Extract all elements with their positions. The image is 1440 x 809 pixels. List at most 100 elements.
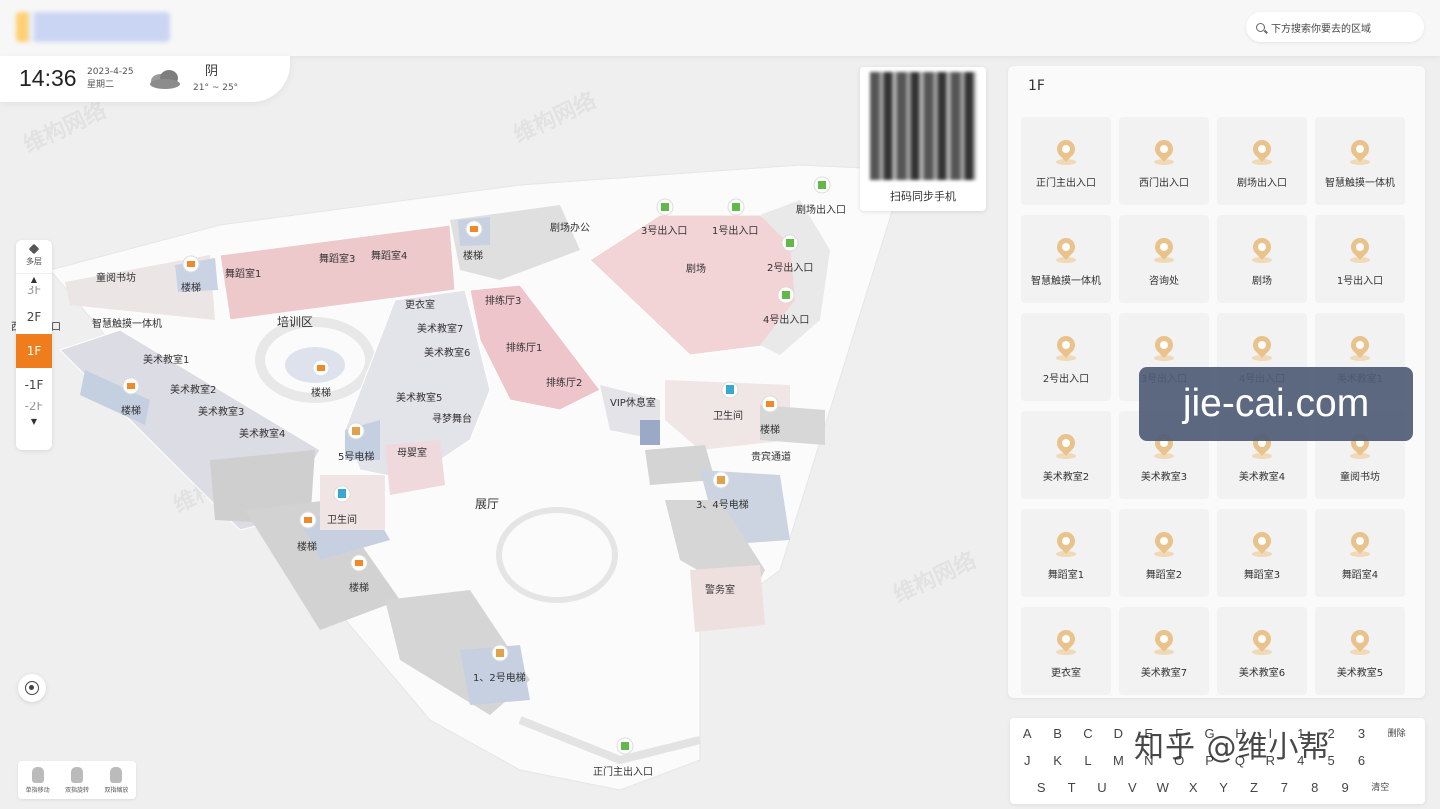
place-tile[interactable]: 舞蹈室1	[1021, 509, 1111, 597]
label-exit2[interactable]: 2号出入口	[767, 261, 813, 274]
key-w[interactable]: W	[1148, 780, 1178, 796]
place-tile[interactable]: 更衣室	[1021, 607, 1111, 695]
label-dance3[interactable]: 舞蹈室3	[319, 252, 355, 265]
place-tile[interactable]: 1号出入口	[1315, 215, 1405, 303]
key-3[interactable]: 3	[1346, 726, 1376, 742]
floor-button-1f[interactable]: 1F	[16, 334, 52, 368]
label-vip[interactable]: VIP休息室	[610, 396, 656, 409]
label-stairs-5[interactable]: 楼梯	[349, 581, 369, 594]
place-tile[interactable]: 美术教室5	[1315, 607, 1405, 695]
key-7[interactable]: 7	[1269, 780, 1299, 796]
key-u[interactable]: U	[1087, 780, 1117, 796]
label-hall[interactable]: 展厅	[475, 497, 499, 511]
label-elev5[interactable]: 5号电梯	[338, 450, 374, 463]
key-t[interactable]: T	[1056, 780, 1086, 796]
gesture-label: 双指缩放	[104, 786, 129, 794]
label-vip-path[interactable]: 贵宾通道	[751, 450, 791, 463]
key-9[interactable]: 9	[1330, 780, 1360, 796]
floor-button-3f[interactable]: 3F	[16, 286, 52, 300]
label-rehearsal3[interactable]: 排练厅3	[485, 294, 521, 307]
clear-key[interactable]: 清空	[1360, 780, 1400, 796]
location-pin-icon	[1347, 332, 1373, 362]
label-dance4[interactable]: 舞蹈室4	[371, 249, 407, 262]
label-stairs[interactable]: 楼梯	[181, 281, 201, 294]
key-z[interactable]: Z	[1239, 780, 1269, 796]
key-s[interactable]: S	[1026, 780, 1056, 796]
place-tile[interactable]: 智慧触摸一体机	[1315, 117, 1405, 205]
place-tile[interactable]: 舞蹈室4	[1315, 509, 1405, 597]
floor-button-b1[interactable]: -1F	[16, 368, 52, 402]
label-wc[interactable]: 卫生间	[327, 513, 357, 526]
label-art6[interactable]: 美术教室6	[424, 346, 470, 359]
label-theatre[interactable]: 剧场	[686, 262, 706, 275]
label-police[interactable]: 警务室	[705, 583, 735, 596]
place-tile[interactable]: 剧场出入口	[1217, 117, 1307, 205]
key-a[interactable]: A	[1012, 726, 1042, 742]
label-dance1[interactable]: 舞蹈室1	[225, 267, 261, 280]
label-locker[interactable]: 更衣室	[405, 298, 435, 311]
place-tile[interactable]: 咨询处	[1119, 215, 1209, 303]
label-training[interactable]: 培训区	[277, 314, 313, 329]
floor-button-b2[interactable]: -2F	[16, 402, 52, 416]
key-k[interactable]: K	[1042, 753, 1072, 768]
label-stairs-4[interactable]: 楼梯	[297, 540, 317, 553]
key-v[interactable]: V	[1117, 780, 1147, 796]
label-theatre-office[interactable]: 剧场办公	[550, 221, 590, 234]
floor-down-arrow-icon[interactable]: ▼	[16, 416, 52, 428]
key-y[interactable]: Y	[1208, 780, 1238, 796]
label-stairs-7[interactable]: 楼梯	[760, 423, 780, 436]
delete-key[interactable]: 删除	[1377, 726, 1417, 742]
key-8[interactable]: 8	[1300, 780, 1330, 796]
label-elev34[interactable]: 3、4号电梯	[696, 498, 749, 511]
floor-map[interactable]: 童阅书坊 楼梯 舞蹈室1 舞蹈室3 舞蹈室4 西门出入口 智慧触摸一体机 培训区…	[0, 0, 1000, 809]
place-label: 美术教室7	[1140, 668, 1188, 679]
place-tile[interactable]: 智慧触摸一体机	[1021, 215, 1111, 303]
key-m[interactable]: M	[1103, 753, 1133, 768]
locate-button[interactable]	[18, 674, 46, 702]
label-stage[interactable]: 寻梦舞台	[432, 412, 472, 425]
place-tile[interactable]: 舞蹈室3	[1217, 509, 1307, 597]
place-tile[interactable]: 西门出入口	[1119, 117, 1209, 205]
place-label: 美术教室5	[1336, 668, 1384, 679]
label-art5[interactable]: 美术教室5	[396, 391, 442, 404]
label-stairs-6[interactable]: 楼梯	[463, 249, 483, 262]
label-art3[interactable]: 美术教室3	[198, 405, 244, 418]
key-d[interactable]: D	[1103, 726, 1133, 742]
floor-up-arrow-icon[interactable]: ▲	[16, 274, 52, 286]
label-stairs-2[interactable]: 楼梯	[121, 404, 141, 417]
place-tile[interactable]: 美术教室2	[1021, 411, 1111, 499]
place-label: 剧场出入口	[1237, 178, 1287, 189]
label-reading[interactable]: 童阅书坊	[96, 271, 136, 284]
place-tile[interactable]: 美术教室6	[1217, 607, 1307, 695]
place-tile[interactable]: 美术教室7	[1119, 607, 1209, 695]
key-c[interactable]: C	[1073, 726, 1103, 742]
key-j[interactable]: J	[1012, 753, 1042, 768]
label-art1[interactable]: 美术教室1	[143, 353, 189, 366]
label-exit1[interactable]: 1号出入口	[712, 224, 758, 237]
label-exit3[interactable]: 3号出入口	[641, 224, 687, 237]
label-art2[interactable]: 美术教室2	[170, 383, 216, 396]
label-theatre-exit[interactable]: 剧场出入口	[796, 203, 846, 216]
label-rehearsal2[interactable]: 排练厅2	[546, 376, 582, 389]
label-elev12[interactable]: 1、2号电梯	[473, 671, 526, 684]
label-mother[interactable]: 母婴室	[397, 446, 427, 459]
key-x[interactable]: X	[1178, 780, 1208, 796]
label-stairs-3[interactable]: 楼梯	[311, 386, 331, 399]
multi-floor-button[interactable]: 多层	[16, 240, 52, 274]
key-6[interactable]: 6	[1346, 753, 1376, 768]
label-wc-2[interactable]: 卫生间	[713, 409, 743, 422]
key-b[interactable]: B	[1042, 726, 1072, 742]
place-tile[interactable]: 正门主出入口	[1021, 117, 1111, 205]
label-art7[interactable]: 美术教室7	[417, 322, 463, 335]
label-art4[interactable]: 美术教室4	[239, 427, 285, 440]
search-box[interactable]: 下方搜索你要去的区域	[1246, 12, 1424, 42]
key-l[interactable]: L	[1073, 753, 1103, 768]
floor-button-2f[interactable]: 2F	[16, 300, 52, 334]
label-exit4[interactable]: 4号出入口	[763, 313, 809, 326]
label-kiosk[interactable]: 智慧触摸一体机	[92, 317, 162, 330]
place-tile[interactable]: 2号出入口	[1021, 313, 1111, 401]
place-tile[interactable]: 舞蹈室2	[1119, 509, 1209, 597]
place-tile[interactable]: 剧场	[1217, 215, 1307, 303]
label-main-exit[interactable]: 正门主出入口	[593, 765, 653, 778]
label-rehearsal1[interactable]: 排练厅1	[506, 341, 542, 354]
